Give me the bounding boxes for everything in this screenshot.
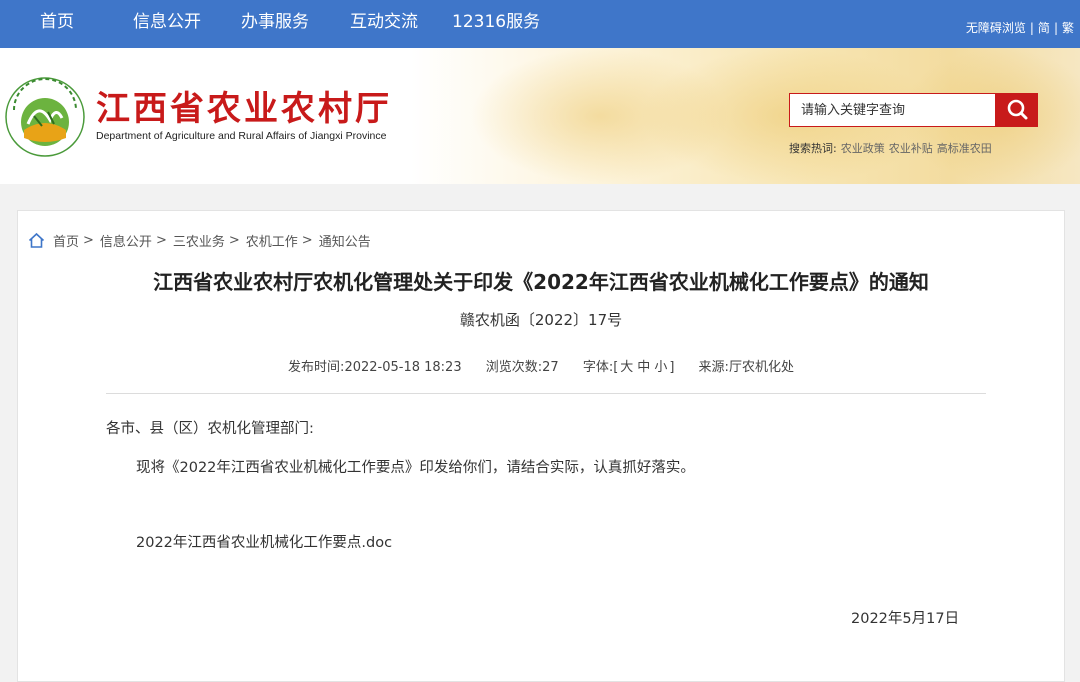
view-count: 浏览次数:27 xyxy=(486,360,559,375)
breadcrumb-machinery-work[interactable]: 农机工作 xyxy=(246,231,298,250)
source-value: 厅农机化处 xyxy=(728,360,794,375)
publish-time-value: 2022-05-18 18:23 xyxy=(344,360,462,375)
meta-divider xyxy=(106,393,986,394)
signature-date: 2022年5月17日 xyxy=(851,611,960,627)
font-size-medium-button[interactable]: 中 xyxy=(637,360,650,375)
view-count-label: 浏览次数: xyxy=(485,360,543,375)
traditional-link[interactable]: 繁 xyxy=(1062,21,1074,35)
source: 来源:厅农机化处 xyxy=(699,360,794,375)
breadcrumb-info-public[interactable]: 信息公开 xyxy=(100,231,152,250)
top-tools: 无障碍浏览 | 简 | 繁 xyxy=(966,19,1074,36)
breadcrumb-separator: > xyxy=(83,233,94,248)
search-button[interactable] xyxy=(996,93,1038,127)
hot-word-link[interactable]: 高标准农田 xyxy=(937,142,992,155)
nav-item-info-public[interactable]: 信息公开 xyxy=(133,0,201,48)
font-size-large-button[interactable]: 大 xyxy=(620,360,633,375)
article-meta: 发布时间:2022-05-18 18:23 浏览次数:27 字体:[大中小] 来… xyxy=(18,356,1064,375)
font-size-label: 字体: xyxy=(582,360,614,375)
article-container: 首页 > 信息公开 > 三农业务 > 农机工作 > 通知公告 江西省农业农村厅农机化管理… xyxy=(17,210,1065,682)
publish-time: 发布时间:2022-05-18 18:23 xyxy=(288,360,462,375)
attachment-link[interactable]: 2022年江西省农业机械化工作要点.doc xyxy=(136,531,392,552)
article-title: 江西省农业农村厅农机化管理处关于印发《2022年江西省农业机械化工作要点》的通知 xyxy=(153,270,929,294)
breadcrumb-home[interactable]: 首页 xyxy=(53,231,79,250)
nav-item-home[interactable]: 首页 xyxy=(40,0,74,48)
hot-words: 搜索热词: 农业政策 农业补贴 高标准农田 xyxy=(789,140,992,156)
hot-words-label: 搜索热词: xyxy=(789,142,837,155)
document-number: 赣农机函〔2022〕17号 xyxy=(459,311,623,329)
hot-word-link[interactable]: 农业政策 xyxy=(841,142,885,155)
nav-item-services[interactable]: 办事服务 xyxy=(241,0,309,48)
simplified-link[interactable]: 简 xyxy=(1038,21,1050,35)
breadcrumb-notices[interactable]: 通知公告 xyxy=(319,231,371,250)
search-box xyxy=(789,93,996,127)
article-body: 现将《2022年江西省农业机械化工作要点》印发给你们，请结合实际，认真抓好落实。 xyxy=(136,460,695,476)
site-subtitle: Department of Agriculture and Rural Affa… xyxy=(96,130,387,142)
department-logo-icon xyxy=(5,77,85,157)
tools-divider: | xyxy=(1029,21,1034,35)
accessibility-link[interactable]: 无障碍浏览 xyxy=(966,21,1026,35)
font-size-switcher: 字体:[大中小] xyxy=(582,360,675,375)
nav-item-12316[interactable]: 12316服务 xyxy=(452,0,540,48)
view-count-value: 27 xyxy=(542,360,559,375)
search-input[interactable] xyxy=(799,94,993,126)
hot-word-link[interactable]: 农业补贴 xyxy=(889,142,933,155)
nav-item-interaction[interactable]: 互动交流 xyxy=(350,0,418,48)
site-title: 江西省农业农村厅 xyxy=(96,89,392,129)
breadcrumb: 首页 > 信息公开 > 三农业务 > 农机工作 > 通知公告 xyxy=(28,231,371,250)
top-nav: 首页 信息公开 办事服务 互动交流 12316服务 无障碍浏览 | 简 | 繁 xyxy=(0,0,1080,48)
breadcrumb-separator: > xyxy=(155,233,167,248)
breadcrumb-separator: > xyxy=(228,233,240,248)
breadcrumb-separator: > xyxy=(301,233,313,248)
breadcrumb-agriculture-affairs[interactable]: 三农业务 xyxy=(173,231,225,250)
tools-divider: | xyxy=(1053,21,1058,35)
font-size-small-button[interactable]: 小 xyxy=(654,360,667,375)
publish-time-label: 发布时间: xyxy=(288,360,345,375)
search-icon xyxy=(1007,99,1028,120)
home-icon[interactable] xyxy=(28,232,45,249)
header-banner: 江西省农业农村厅 Department of Agriculture and R… xyxy=(0,48,1080,184)
salutation: 各市、县（区）农机化管理部门: xyxy=(106,421,314,437)
source-label: 来源: xyxy=(698,360,729,375)
